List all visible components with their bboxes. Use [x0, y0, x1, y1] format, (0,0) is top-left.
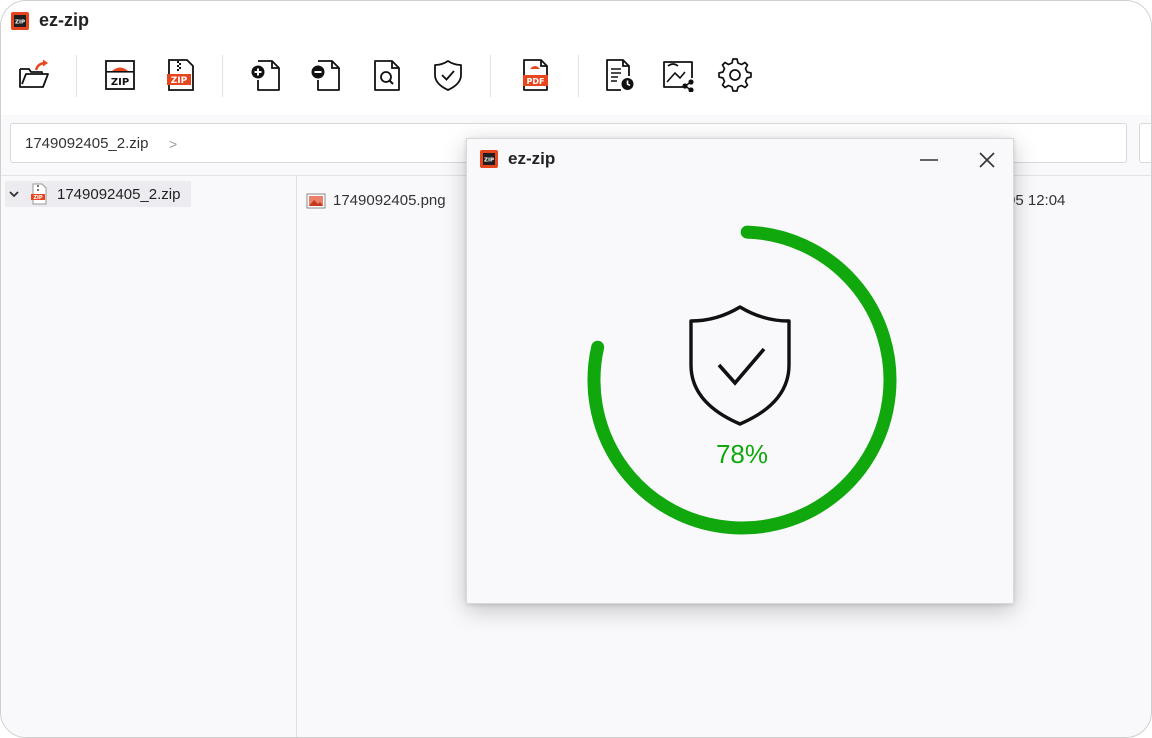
search-box[interactable]: [1139, 123, 1151, 163]
svg-text:ZIP: ZIP: [484, 158, 494, 164]
tree-item-root[interactable]: ZIP 1749092405_2.zip: [5, 181, 191, 207]
svg-text:ZIP: ZIP: [15, 20, 25, 26]
title-bar: ZIP ez-zip: [1, 1, 1151, 41]
dialog-title: ez-zip: [508, 149, 556, 168]
tree-item-label: 1749092405_2.zip: [57, 186, 181, 203]
app-title: ez-zip: [39, 10, 90, 30]
toolbar-separator: [76, 55, 77, 97]
svg-text:ZIP: ZIP: [171, 76, 188, 86]
history-button[interactable]: [602, 55, 638, 95]
compress-zip-button[interactable]: ZIP: [102, 55, 138, 95]
shield-check-icon: [689, 305, 791, 426]
toolbar-separator: [578, 55, 579, 97]
remove-file-button[interactable]: [307, 55, 343, 95]
progress-dialog: ZIP ez-zip 78%: [466, 138, 1014, 604]
share-icon: [663, 61, 694, 92]
app-window: ZIP ez-zip ZIP ZIP PDF 1749092405_2.zip …: [0, 0, 1152, 738]
zip-archive-icon: ZIP: [31, 183, 47, 205]
svg-text:ZIP: ZIP: [33, 195, 42, 201]
progress-percent: 78%: [715, 439, 769, 469]
file-search-icon: [374, 60, 400, 91]
toolbar-separator: [490, 55, 491, 97]
settings-button[interactable]: [717, 55, 753, 95]
chevron-down-icon[interactable]: [8, 188, 20, 200]
convert-pdf-button[interactable]: PDF: [517, 55, 553, 95]
add-file-button[interactable]: [247, 55, 283, 95]
pdf-file-icon: PDF: [523, 59, 548, 91]
file-clock-icon: [606, 59, 634, 91]
folder-tree: ZIP 1749092405_2.zip: [1, 176, 297, 737]
view-file-button[interactable]: [369, 55, 405, 95]
path-segment[interactable]: 1749092405_2.zip: [25, 135, 148, 152]
zip-extract-icon: ZIP: [167, 59, 194, 91]
toolbar-separator: [222, 55, 223, 97]
file-add-icon: [251, 60, 280, 91]
shield-check-icon: [434, 60, 462, 91]
open-button[interactable]: [16, 55, 52, 95]
app-logo-icon: ZIP: [480, 150, 498, 168]
close-icon[interactable]: [976, 149, 998, 171]
folder-open-icon: [19, 59, 49, 88]
svg-text:ZIP: ZIP: [111, 77, 129, 88]
gear-icon: [718, 58, 752, 92]
toolbar: ZIP ZIP PDF: [1, 41, 1151, 115]
test-archive-button[interactable]: [430, 55, 466, 95]
path-separator: >: [169, 136, 178, 152]
image-file-icon: [306, 193, 326, 209]
app-logo-icon: ZIP: [11, 12, 29, 30]
zip-file-icon: ZIP: [105, 60, 135, 90]
minimize-icon[interactable]: [918, 151, 940, 169]
svg-text:PDF: PDF: [527, 77, 545, 86]
file-name: 1749092405.png: [333, 192, 446, 209]
share-button[interactable]: [660, 55, 696, 95]
extract-zip-button[interactable]: ZIP: [162, 55, 198, 95]
file-remove-icon: [311, 60, 340, 91]
